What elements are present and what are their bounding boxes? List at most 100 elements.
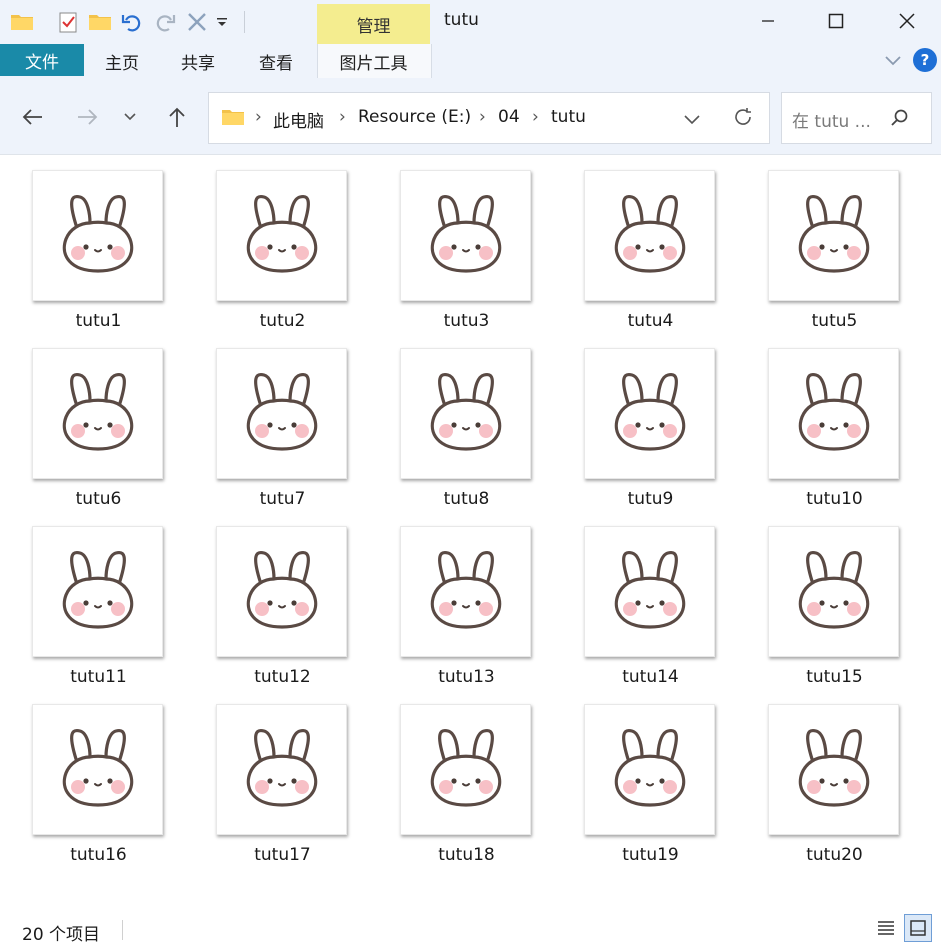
search-icon[interactable] [890, 108, 910, 132]
address-bar[interactable]: › 此电脑 › Resource (E:) › 04 › tutu [208, 92, 770, 144]
bunny-image-icon [798, 728, 870, 807]
file-thumbnail[interactable] [400, 526, 531, 657]
file-item[interactable]: tutu9 [567, 348, 717, 518]
tab-picture-tools[interactable]: 图片工具 [317, 44, 430, 78]
bunny-image-icon [246, 194, 318, 273]
file-thumbnail[interactable] [584, 170, 715, 301]
file-name: tutu7 [259, 489, 306, 509]
tab-file[interactable]: 文件 [0, 44, 84, 76]
file-thumbnail[interactable] [400, 348, 531, 479]
file-name: tutu8 [443, 489, 490, 509]
item-count: 20 个项目 [22, 925, 101, 945]
maximize-button[interactable] [818, 6, 854, 36]
undo-icon[interactable] [120, 10, 144, 34]
file-thumbnail[interactable] [584, 348, 715, 479]
tab-manage[interactable]: 管理 [317, 4, 430, 44]
new-folder-icon[interactable] [88, 10, 112, 34]
file-name: tutu2 [259, 311, 306, 331]
file-name: tutu16 [70, 845, 127, 865]
file-item[interactable]: tutu5 [751, 170, 901, 340]
file-thumbnail[interactable] [400, 170, 531, 301]
breadcrumb-this-pc[interactable]: 此电脑 [273, 107, 324, 132]
file-thumbnail[interactable] [32, 170, 163, 301]
folder-icon [221, 107, 245, 131]
file-item[interactable]: tutu3 [383, 170, 533, 340]
recent-locations-icon[interactable] [116, 102, 144, 132]
tab-view[interactable]: 查看 [246, 44, 306, 78]
file-item[interactable]: tutu14 [567, 526, 717, 696]
file-item[interactable]: tutu20 [751, 704, 901, 874]
bunny-image-icon [430, 194, 502, 273]
file-item[interactable]: tutu12 [199, 526, 349, 696]
bunny-image-icon [430, 550, 502, 629]
search-box[interactable]: 在 tutu ... [781, 92, 932, 144]
file-item[interactable]: tutu2 [199, 170, 349, 340]
help-icon[interactable]: ? [913, 48, 937, 72]
file-thumbnail[interactable] [216, 170, 347, 301]
breadcrumb-drive[interactable]: Resource (E:) [358, 107, 471, 127]
large-icons-view-button[interactable] [904, 914, 932, 942]
file-item[interactable]: tutu17 [199, 704, 349, 874]
file-name: tutu18 [438, 845, 495, 865]
redo-icon[interactable] [153, 10, 177, 34]
file-thumbnail[interactable] [216, 526, 347, 657]
file-item[interactable]: tutu19 [567, 704, 717, 874]
expand-ribbon-icon[interactable] [882, 51, 904, 71]
file-thumbnail[interactable] [584, 526, 715, 657]
details-view-button[interactable] [872, 914, 900, 942]
bunny-image-icon [430, 372, 502, 451]
status-bar: 20 个项目 [0, 910, 941, 948]
tab-share[interactable]: 共享 [168, 44, 228, 78]
file-item[interactable]: tutu15 [751, 526, 901, 696]
delete-icon[interactable] [185, 10, 209, 34]
file-name: tutu1 [75, 311, 122, 331]
file-name: tutu20 [806, 845, 863, 865]
folder-icon[interactable] [10, 10, 34, 34]
file-thumbnail[interactable] [768, 170, 899, 301]
bunny-image-icon [614, 194, 686, 273]
file-item[interactable]: tutu10 [751, 348, 901, 518]
customize-dropdown-icon[interactable] [213, 10, 231, 34]
file-item[interactable]: tutu7 [199, 348, 349, 518]
file-thumbnail[interactable] [768, 704, 899, 835]
address-dropdown-icon[interactable] [683, 111, 701, 130]
breadcrumb-folder-04[interactable]: 04 [498, 107, 520, 127]
file-item[interactable]: tutu13 [383, 526, 533, 696]
file-item[interactable]: tutu6 [15, 348, 165, 518]
refresh-icon[interactable] [732, 106, 754, 132]
properties-icon[interactable] [56, 10, 80, 34]
close-button[interactable] [889, 6, 925, 36]
ribbon-tabs: 文件 主页 共享 查看 图片工具 ? [0, 44, 941, 78]
status-separator [122, 920, 123, 940]
file-item[interactable]: tutu18 [383, 704, 533, 874]
back-button[interactable] [18, 102, 48, 132]
file-thumbnail[interactable] [216, 348, 347, 479]
file-item[interactable]: tutu11 [15, 526, 165, 696]
title-bar: 管理 tutu [0, 0, 941, 44]
file-name: tutu15 [806, 667, 863, 687]
tab-home[interactable]: 主页 [92, 44, 152, 78]
file-thumbnail[interactable] [216, 704, 347, 835]
bunny-image-icon [798, 194, 870, 273]
up-button[interactable] [162, 102, 192, 132]
file-thumbnail[interactable] [584, 704, 715, 835]
file-item[interactable]: tutu4 [567, 170, 717, 340]
file-name: tutu19 [622, 845, 679, 865]
file-item[interactable]: tutu8 [383, 348, 533, 518]
file-name: tutu10 [806, 489, 863, 509]
breadcrumb-folder-tutu[interactable]: tutu [551, 107, 586, 127]
file-name: tutu4 [627, 311, 674, 331]
file-thumbnail[interactable] [32, 704, 163, 835]
bunny-image-icon [614, 372, 686, 451]
file-item[interactable]: tutu1 [15, 170, 165, 340]
file-name: tutu6 [75, 489, 122, 509]
minimize-button[interactable] [750, 6, 786, 36]
file-thumbnail[interactable] [400, 704, 531, 835]
file-thumbnail[interactable] [32, 526, 163, 657]
forward-button[interactable] [72, 102, 102, 132]
file-item[interactable]: tutu16 [15, 704, 165, 874]
file-thumbnail[interactable] [768, 348, 899, 479]
file-thumbnail[interactable] [32, 348, 163, 479]
chevron-right-icon: › [479, 107, 486, 127]
file-thumbnail[interactable] [768, 526, 899, 657]
